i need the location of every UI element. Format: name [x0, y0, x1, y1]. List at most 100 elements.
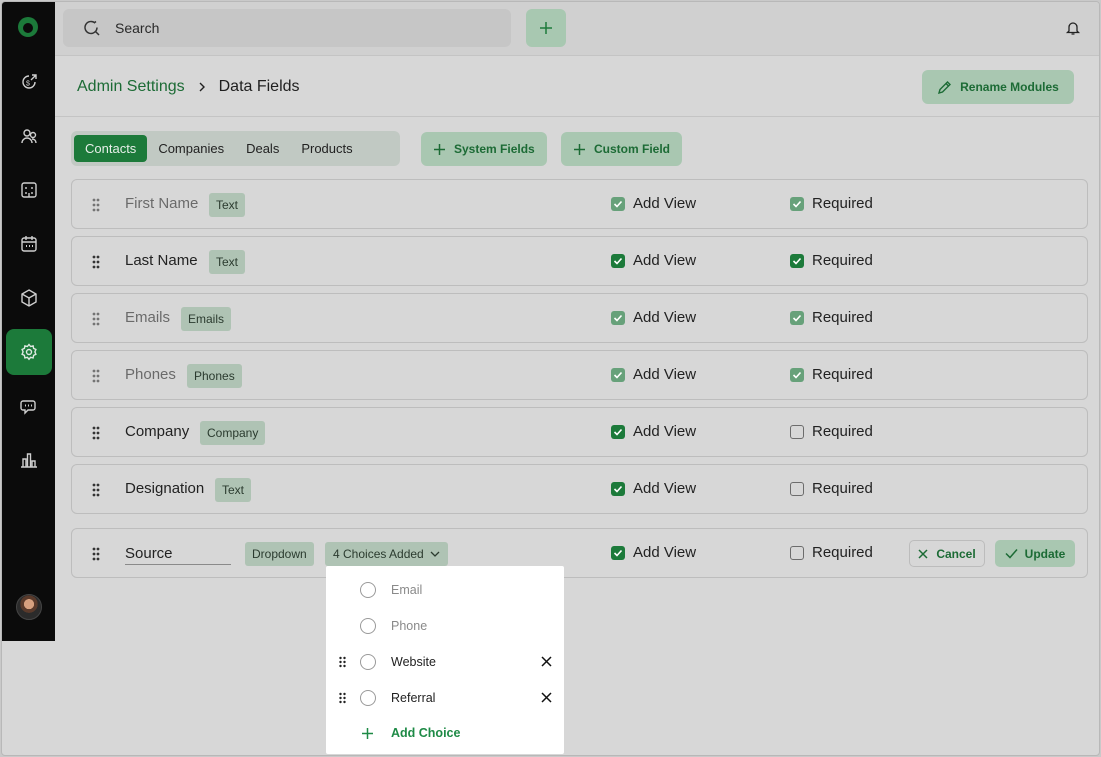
- avatar[interactable]: [16, 594, 42, 620]
- drag-handle-icon[interactable]: [91, 482, 101, 498]
- drag-handle-icon[interactable]: [91, 311, 101, 327]
- field-row: Designation Text Add View Required: [71, 464, 1088, 514]
- chevron-down-icon: [430, 551, 440, 557]
- checkmark-icon: [613, 485, 623, 493]
- drag-handle-icon[interactable]: [91, 197, 101, 213]
- sidebar-item-reports[interactable]: [6, 437, 52, 483]
- field-name: First Name: [125, 195, 199, 212]
- drag-handle-icon[interactable]: [91, 254, 101, 270]
- checkmark-icon: [613, 549, 623, 557]
- add-view-checkbox[interactable]: [611, 482, 625, 496]
- drag-handle-icon[interactable]: [91, 425, 101, 441]
- required-label: Required: [812, 423, 873, 440]
- checkmark-icon: [613, 428, 623, 436]
- add-button[interactable]: [526, 9, 566, 47]
- choice-item-email[interactable]: Email: [326, 572, 564, 608]
- system-fields-button[interactable]: System Fields: [421, 132, 547, 166]
- rename-modules-button[interactable]: Rename Modules: [922, 70, 1074, 104]
- drag-handle-icon[interactable]: [91, 368, 101, 384]
- plus-icon: [574, 143, 585, 155]
- products-icon: [21, 289, 37, 307]
- companies-icon: [21, 182, 37, 198]
- required-checkbox[interactable]: [790, 546, 804, 560]
- field-row: Emails Emails Add View Required: [71, 293, 1088, 343]
- add-view-label: Add View: [633, 195, 697, 212]
- top-bar: Search: [55, 2, 1099, 56]
- sidebar-item-calendar[interactable]: [6, 221, 52, 267]
- settings-icon: [21, 343, 37, 361]
- cancel-button[interactable]: Cancel: [909, 540, 985, 567]
- plus-icon: [362, 727, 373, 739]
- checkmark-icon: [613, 371, 623, 379]
- deals-icon: $: [22, 74, 37, 89]
- drag-handle-icon[interactable]: [338, 656, 347, 668]
- field-name-input[interactable]: Source: [125, 545, 231, 565]
- tab-companies[interactable]: Companies: [147, 135, 235, 162]
- page-title: Data Fields: [218, 78, 300, 95]
- add-choice-label: Add Choice: [391, 726, 461, 740]
- required-checkbox[interactable]: [790, 425, 804, 439]
- add-view-checkbox[interactable]: [611, 425, 625, 439]
- module-tabs: Contacts Companies Deals Products: [71, 131, 400, 166]
- breadcrumb-admin-settings[interactable]: Admin Settings: [77, 78, 185, 96]
- field-name: Last Name: [125, 252, 198, 269]
- choice-label: Phone: [391, 619, 428, 633]
- add-view-checkbox[interactable]: [611, 197, 625, 211]
- required-checkbox[interactable]: [790, 368, 804, 382]
- required-label: Required: [812, 480, 873, 497]
- add-choice-button[interactable]: Add Choice: [361, 726, 460, 740]
- choice-item-website[interactable]: Website: [326, 644, 564, 680]
- add-view-checkbox[interactable]: [611, 311, 625, 325]
- choice-item-phone[interactable]: Phone: [326, 608, 564, 644]
- choice-item-referral[interactable]: Referral: [326, 680, 564, 716]
- sidebar-item-companies[interactable]: [6, 167, 52, 213]
- update-button[interactable]: Update: [995, 540, 1075, 567]
- required-checkbox[interactable]: [790, 197, 804, 211]
- tab-products[interactable]: Products: [290, 135, 363, 162]
- sidebar-item-chat[interactable]: [6, 383, 52, 429]
- sidebar-item-deals[interactable]: $: [6, 59, 52, 105]
- breadcrumb: Admin Settings Data Fields: [77, 78, 300, 96]
- field-name: Company: [125, 423, 190, 440]
- field-row-editing: Source Dropdown 4 Choices Added Add View…: [71, 528, 1088, 578]
- remove-choice-icon[interactable]: [541, 656, 552, 667]
- checkmark-icon: [613, 200, 623, 208]
- custom-field-button[interactable]: Custom Field: [561, 132, 683, 166]
- field-type-badge: Company: [200, 421, 266, 445]
- add-view-checkbox[interactable]: [611, 254, 625, 268]
- required-label: Required: [812, 309, 873, 326]
- required-label: Required: [812, 544, 873, 561]
- search-input[interactable]: Search: [63, 9, 511, 47]
- sidebar-item-contacts[interactable]: [6, 113, 52, 159]
- choice-radio[interactable]: [360, 618, 376, 634]
- bell-icon[interactable]: [1065, 20, 1081, 36]
- add-view-checkbox[interactable]: [611, 368, 625, 382]
- required-checkbox[interactable]: [790, 482, 804, 496]
- required-checkbox[interactable]: [790, 254, 804, 268]
- checkmark-icon: [792, 257, 802, 265]
- field-type-badge: Text: [215, 478, 252, 502]
- choice-label: Email: [391, 583, 423, 597]
- sidebar-item-products[interactable]: [6, 275, 52, 321]
- update-label: Update: [1024, 546, 1066, 561]
- tab-contacts[interactable]: Contacts: [74, 135, 148, 162]
- remove-choice-icon[interactable]: [541, 692, 552, 703]
- add-view-checkbox[interactable]: [611, 546, 625, 560]
- drag-handle-icon[interactable]: [91, 546, 101, 562]
- custom-field-label: Custom Field: [594, 142, 671, 156]
- rename-modules-label: Rename Modules: [960, 80, 1059, 94]
- choice-radio[interactable]: [360, 582, 376, 598]
- logo-icon[interactable]: [17, 16, 39, 38]
- system-fields-label: System Fields: [454, 142, 535, 156]
- search-icon: [84, 20, 100, 36]
- add-view-label: Add View: [633, 544, 697, 561]
- pencil-icon: [938, 80, 952, 94]
- choice-radio[interactable]: [360, 654, 376, 670]
- drag-handle-icon[interactable]: [338, 692, 347, 704]
- choices-dropdown-toggle[interactable]: 4 Choices Added: [325, 542, 448, 566]
- required-checkbox[interactable]: [790, 311, 804, 325]
- tab-deals[interactable]: Deals: [235, 135, 290, 162]
- sidebar-item-settings[interactable]: [6, 329, 52, 375]
- choice-radio[interactable]: [360, 690, 376, 706]
- close-icon: [918, 548, 928, 559]
